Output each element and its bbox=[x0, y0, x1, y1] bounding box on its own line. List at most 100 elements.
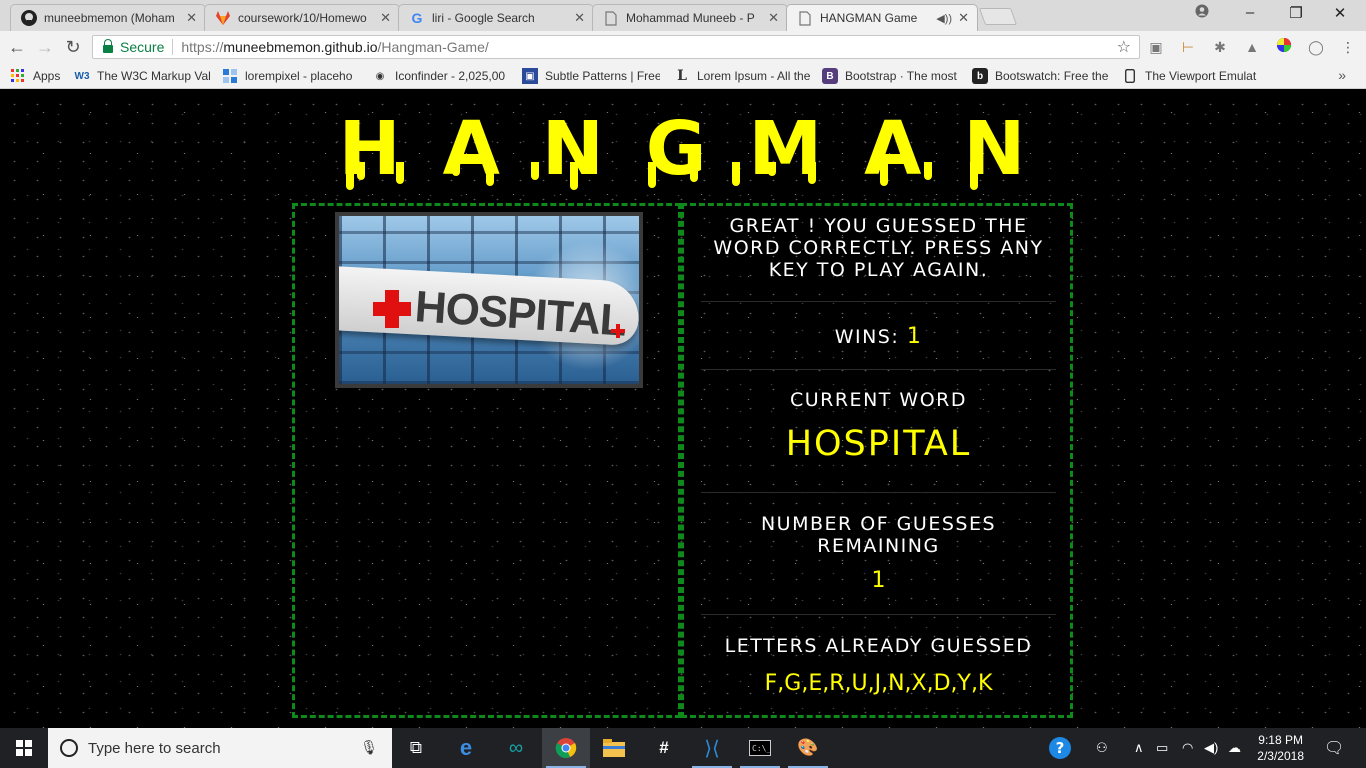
windows-start-icon[interactable] bbox=[0, 728, 48, 768]
restore-button[interactable]: ❐ bbox=[1276, 4, 1316, 22]
stats-panel: GREAT ! YOU GUESSED THE WORD CORRECTLY. … bbox=[681, 203, 1073, 718]
current-word-label: CURRENT WORD bbox=[789, 389, 967, 411]
page-icon bbox=[797, 10, 813, 26]
tab-title: liri - Google Search bbox=[432, 11, 535, 25]
chrome-icon[interactable] bbox=[542, 728, 590, 768]
bug-extension-icon[interactable]: ✱ bbox=[1210, 37, 1230, 57]
edge-icon[interactable]: e bbox=[442, 728, 490, 768]
bookmarks-bar: Apps W3 The W3C Markup Val lorempixel - … bbox=[0, 63, 1366, 89]
speaker-icon[interactable]: ◀)) bbox=[936, 12, 952, 25]
back-button[interactable]: ← bbox=[6, 36, 28, 58]
time: 9:18 PM bbox=[1258, 733, 1303, 747]
microphone-icon[interactable]: 🎙 bbox=[360, 739, 378, 756]
terminal-icon[interactable]: C:\_ bbox=[736, 728, 784, 768]
image-panel: HOSPITAL bbox=[292, 203, 681, 718]
bookmark-lorem-ipsum[interactable]: L Lorem Ipsum - All the bbox=[674, 68, 812, 84]
close-icon[interactable]: ✕ bbox=[574, 10, 585, 26]
tab-title: HANGMAN Game bbox=[820, 11, 918, 25]
tab-portfolio[interactable]: Mohammad Muneeb - P ✕ bbox=[592, 4, 788, 31]
taskbar-search[interactable]: Type here to search 🎙 bbox=[48, 728, 392, 768]
close-icon[interactable]: ✕ bbox=[768, 10, 779, 26]
bookmark-iconfinder[interactable]: ◉ Iconfinder - 2,025,00 bbox=[372, 68, 512, 84]
task-view-icon[interactable]: ⧉ bbox=[392, 728, 440, 768]
taskbar: Type here to search 🎙 ⧉ e ∞ # ⟩⟨ C:\_ 🎨 … bbox=[0, 728, 1366, 768]
letters-guessed: F,G,E,R,U,J,N,X,D,Y,K bbox=[764, 671, 993, 696]
bookmark-label: Subtle Patterns | Free bbox=[545, 69, 660, 83]
divider bbox=[701, 301, 1056, 302]
bookmark-label: Apps bbox=[33, 69, 61, 83]
github-icon bbox=[21, 10, 37, 26]
url-scheme: https:// bbox=[181, 39, 224, 55]
bookmark-lorempixel[interactable]: lorempixel - placeho bbox=[222, 68, 362, 84]
lock-icon bbox=[103, 39, 113, 53]
menu-icon[interactable]: ⋮ bbox=[1338, 37, 1358, 57]
bookmark-label: Iconfinder - 2,025,00 bbox=[395, 69, 506, 83]
drive-extension-icon[interactable]: ▲ bbox=[1242, 37, 1262, 57]
color-wheel-extension-icon[interactable] bbox=[1274, 37, 1294, 57]
show-hidden-icons[interactable]: ∧ bbox=[1134, 728, 1144, 768]
bookmark-apps[interactable]: Apps bbox=[10, 68, 70, 84]
help-icon[interactable]: ? bbox=[1048, 728, 1072, 768]
tab-title: muneebmemon (Moham bbox=[44, 11, 175, 25]
pipette-extension-icon[interactable]: ⊢ bbox=[1178, 37, 1198, 57]
bookmark-subtle-patterns[interactable]: ▣ Subtle Patterns | Free bbox=[522, 68, 660, 84]
tab-github[interactable]: muneebmemon (Moham ✕ bbox=[10, 4, 206, 31]
camera-extension-icon[interactable]: ▣ bbox=[1146, 37, 1166, 57]
wins-row: WINS: 1 bbox=[701, 324, 1056, 349]
tab-gitlab[interactable]: coursework/10/Homewo ✕ bbox=[204, 4, 400, 31]
apps-grid-icon bbox=[10, 68, 26, 84]
page-icon bbox=[603, 10, 619, 26]
tab-hangman[interactable]: HANGMAN Game ◀)) ✕ bbox=[786, 4, 978, 31]
slack-icon[interactable]: # bbox=[640, 728, 688, 768]
wins-value: 1 bbox=[906, 324, 923, 349]
file-explorer-icon[interactable] bbox=[590, 728, 638, 768]
power-extension-icon[interactable]: ◯ bbox=[1306, 37, 1326, 57]
notifications-icon[interactable]: 🗨 bbox=[1324, 728, 1344, 768]
gitlab-icon bbox=[215, 10, 231, 26]
battery-icon[interactable]: ▭ bbox=[1156, 728, 1168, 768]
svg-text:?: ? bbox=[1056, 739, 1065, 757]
wifi-icon[interactable]: ◠ bbox=[1182, 728, 1193, 768]
bootswatch-icon: b bbox=[972, 68, 988, 84]
vscode-icon[interactable]: ⟩⟨ bbox=[688, 728, 736, 768]
google-icon: G bbox=[411, 10, 423, 26]
w3c-icon: W3 bbox=[74, 70, 90, 82]
more-bookmarks-icon[interactable]: » bbox=[1338, 67, 1346, 83]
bootstrap-icon: B bbox=[822, 68, 838, 84]
paint-icon[interactable]: 🎨 bbox=[784, 728, 832, 768]
bookmark-w3c[interactable]: W3 The W3C Markup Val bbox=[74, 68, 211, 84]
page-viewport: HANGMAN HOSPITAL GREAT ! YOU GUESSED THE… bbox=[0, 90, 1366, 728]
reload-button[interactable]: ↻ bbox=[62, 36, 84, 58]
bookmark-bootstrap[interactable]: B Bootstrap · The most bbox=[822, 68, 960, 84]
bookmark-label: The Viewport Emulat bbox=[1145, 69, 1257, 83]
bookmark-star-icon[interactable]: ☆ bbox=[1117, 37, 1131, 57]
bookmark-label: Bootswatch: Free the bbox=[995, 69, 1109, 83]
cortana-icon bbox=[60, 739, 78, 757]
clock[interactable]: 9:18 PM 2/3/2018 bbox=[1257, 732, 1304, 764]
forward-button[interactable]: → bbox=[34, 36, 56, 58]
viewport-icon bbox=[1122, 68, 1138, 84]
bookmark-label: The W3C Markup Val bbox=[97, 69, 210, 83]
arduino-icon[interactable]: ∞ bbox=[492, 728, 540, 768]
new-tab-button[interactable] bbox=[978, 8, 1018, 25]
close-icon[interactable]: ✕ bbox=[186, 10, 197, 26]
bookmark-viewport[interactable]: The Viewport Emulat bbox=[1122, 68, 1262, 84]
secure-label: Secure bbox=[120, 39, 165, 55]
close-icon[interactable]: ✕ bbox=[958, 10, 969, 26]
divider bbox=[701, 369, 1056, 370]
close-icon[interactable]: ✕ bbox=[380, 10, 391, 26]
address-bar[interactable]: Secure https:// muneebmemon.github.io /H… bbox=[92, 35, 1140, 59]
people-icon[interactable]: ⚇ bbox=[1096, 728, 1108, 768]
url-host: muneebmemon.github.io bbox=[223, 39, 378, 55]
bookmark-bootswatch[interactable]: b Bootswatch: Free the bbox=[972, 68, 1110, 84]
date: 2/3/2018 bbox=[1257, 749, 1304, 763]
volume-icon[interactable]: ◀) bbox=[1204, 728, 1218, 768]
close-window-button[interactable]: ✕ bbox=[1320, 4, 1360, 22]
guesses-label: NUMBER OF GUESSES REMAINING bbox=[760, 513, 997, 557]
onedrive-icon[interactable]: ☁ bbox=[1228, 728, 1241, 768]
url-path: /Hangman-Game/ bbox=[377, 39, 489, 55]
minimize-button[interactable]: – bbox=[1230, 4, 1270, 21]
status-message: GREAT ! YOU GUESSED THE WORD CORRECTLY. … bbox=[713, 215, 1044, 281]
tab-google-search[interactable]: G liri - Google Search ✕ bbox=[398, 4, 594, 31]
profile-icon[interactable] bbox=[1182, 4, 1222, 22]
